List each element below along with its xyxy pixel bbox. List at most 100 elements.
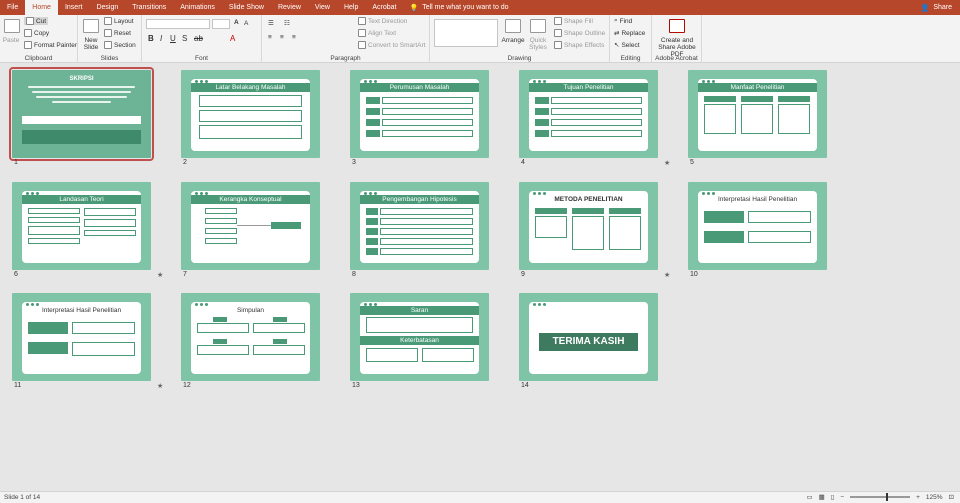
sorter-view-icon[interactable]: ▦ [819, 493, 825, 501]
slide-title: Simpulan [191, 306, 310, 315]
number-badge [366, 119, 380, 126]
content-box [551, 97, 642, 104]
slide-thumbnail-14[interactable]: TERIMA KASIH [519, 293, 658, 381]
tab-review[interactable]: Review [271, 0, 308, 15]
slides-label: Slides [100, 55, 119, 62]
convert-smartart-button[interactable]: Convert to SmartArt [358, 41, 425, 49]
slide-thumbnail-7[interactable]: Kerangka Konseptual [181, 182, 320, 270]
clipboard-icon [4, 19, 20, 33]
zoom-out-icon[interactable]: − [840, 494, 844, 501]
copy-icon [24, 29, 32, 37]
create-share-pdf-button[interactable]: Create and Share Adobe PDF [654, 19, 700, 58]
layout-button[interactable]: Layout [104, 17, 134, 25]
slide-thumbnail-11[interactable]: Interpretasi Hasil Penelitian [12, 293, 151, 381]
cursor-icon: ↖ [614, 42, 620, 49]
shrink-font-icon[interactable]: A [244, 20, 248, 27]
tab-home[interactable]: Home [25, 0, 58, 15]
slide-thumbnail-13[interactable]: Saran Keterbatasan [350, 293, 489, 381]
slide-thumbnail-12[interactable]: Simpulan [181, 293, 320, 381]
slide-thumbnail-8[interactable]: Pengembangan Hipotesis [350, 182, 489, 270]
slide-counter: Slide 1 of 14 [4, 494, 41, 501]
slide-thumbnail-6[interactable]: Landasan Teori [12, 182, 151, 270]
cover-background: SKRIPSI [12, 70, 151, 158]
status-bar: Slide 1 of 14 ▭ ▦ ▯ − + 125% ⊡ [0, 491, 960, 503]
paste-button[interactable]: Paste [3, 19, 20, 44]
shadow-icon[interactable]: S [182, 34, 187, 43]
content-box [28, 217, 80, 223]
find-button[interactable]: ⌕ Find [614, 17, 632, 25]
text-direction-button[interactable]: Text Direction [358, 17, 407, 25]
reading-view-icon[interactable]: ▯ [831, 493, 835, 501]
bold-icon[interactable]: B [148, 34, 154, 43]
fit-window-icon[interactable]: ⊡ [949, 493, 954, 501]
slide-card: Manfaat Penelitian [698, 79, 817, 151]
slide-card: Tujuan Penelitian [529, 79, 648, 151]
tab-insert[interactable]: Insert [58, 0, 90, 15]
number-badge [213, 339, 227, 344]
grow-font-icon[interactable]: A [234, 19, 239, 26]
tab-design[interactable]: Design [89, 0, 125, 15]
format-painter-button[interactable]: Format Painter [24, 41, 77, 49]
tab-view[interactable]: View [308, 0, 337, 15]
tab-file[interactable]: File [0, 0, 25, 15]
replace-button[interactable]: ⇄ Replace [614, 29, 645, 38]
drawing-label: Drawing [507, 55, 532, 62]
align-center-icon[interactable]: ≡ [280, 34, 284, 41]
bullets-icon[interactable]: ☰ [268, 19, 274, 27]
slide-thumbnail-1[interactable]: SKRIPSI [9, 67, 154, 161]
arrange-button[interactable]: Arrange [501, 19, 525, 44]
section-button[interactable]: Section [104, 41, 136, 49]
tab-animations[interactable]: Animations [173, 0, 222, 15]
hypothesis-badge [366, 208, 378, 215]
align-right-icon[interactable]: ≡ [292, 34, 296, 41]
search-icon: ⌕ [614, 17, 618, 24]
content-box [84, 230, 136, 236]
copy-button[interactable]: Copy [24, 29, 49, 37]
content-box [199, 95, 302, 107]
tab-slide-show[interactable]: Slide Show [222, 0, 271, 15]
slide-title: Tujuan Penelitian [529, 83, 648, 92]
slide-thumbnail-4[interactable]: Tujuan Penelitian [519, 70, 658, 158]
numbering-icon[interactable]: ☷ [284, 19, 290, 27]
slide-thumbnail-5[interactable]: Manfaat Penelitian [688, 70, 827, 158]
align-left-icon[interactable]: ≡ [268, 34, 272, 41]
shape-outline-button[interactable]: Shape Outline [554, 29, 605, 37]
slide-thumbnail-10[interactable]: Interpretasi Hasil Penelitian [688, 182, 827, 270]
slide-card: TERIMA KASIH [529, 302, 648, 374]
share-button[interactable]: 👤 Share [921, 4, 960, 12]
shape-fill-button[interactable]: Shape Fill [554, 17, 593, 25]
cut-button[interactable]: Cut [24, 17, 49, 25]
tab-acrobat[interactable]: Acrobat [365, 0, 403, 15]
slide-thumbnail-2[interactable]: Latar Belakang Masalah [181, 70, 320, 158]
hypothesis-badge [366, 228, 378, 235]
shapes-gallery[interactable] [434, 19, 498, 47]
reset-button[interactable]: Reset [104, 29, 131, 37]
zoom-slider[interactable] [850, 493, 911, 501]
strikethrough-icon[interactable]: ab [194, 34, 203, 43]
select-button[interactable]: ↖ Select [614, 41, 640, 50]
tell-me-box[interactable]: 💡 Tell me what you want to do [409, 4, 508, 12]
font-name-select[interactable] [146, 19, 210, 29]
slide-thumbnail-9[interactable]: METODA PENELITIAN [519, 182, 658, 270]
tab-help[interactable]: Help [337, 0, 365, 15]
zoom-level[interactable]: 125% [926, 494, 943, 501]
text-line [52, 101, 111, 103]
new-slide-button[interactable]: New Slide [82, 19, 100, 51]
underline-icon[interactable]: U [170, 34, 176, 43]
quick-styles-button[interactable]: Quick Styles [526, 19, 550, 51]
slide-title: SKRIPSI [69, 76, 94, 82]
content-box [551, 130, 642, 137]
slide-number: 9 [521, 271, 525, 278]
hypothesis-badge [366, 218, 378, 225]
font-size-select[interactable] [212, 19, 230, 29]
italic-icon[interactable]: I [160, 34, 162, 43]
zoom-in-icon[interactable]: + [916, 494, 920, 501]
quick-styles-icon [530, 19, 546, 33]
slide-thumbnail-3[interactable]: Perumusan Masalah [350, 70, 489, 158]
font-color-icon[interactable]: A [230, 34, 235, 43]
shape-effects-button[interactable]: Shape Effects [554, 41, 604, 49]
normal-view-icon[interactable]: ▭ [806, 493, 812, 501]
align-text-button[interactable]: Align Text [358, 29, 396, 37]
tab-transitions[interactable]: Transitions [125, 0, 173, 15]
content-box [380, 208, 473, 215]
